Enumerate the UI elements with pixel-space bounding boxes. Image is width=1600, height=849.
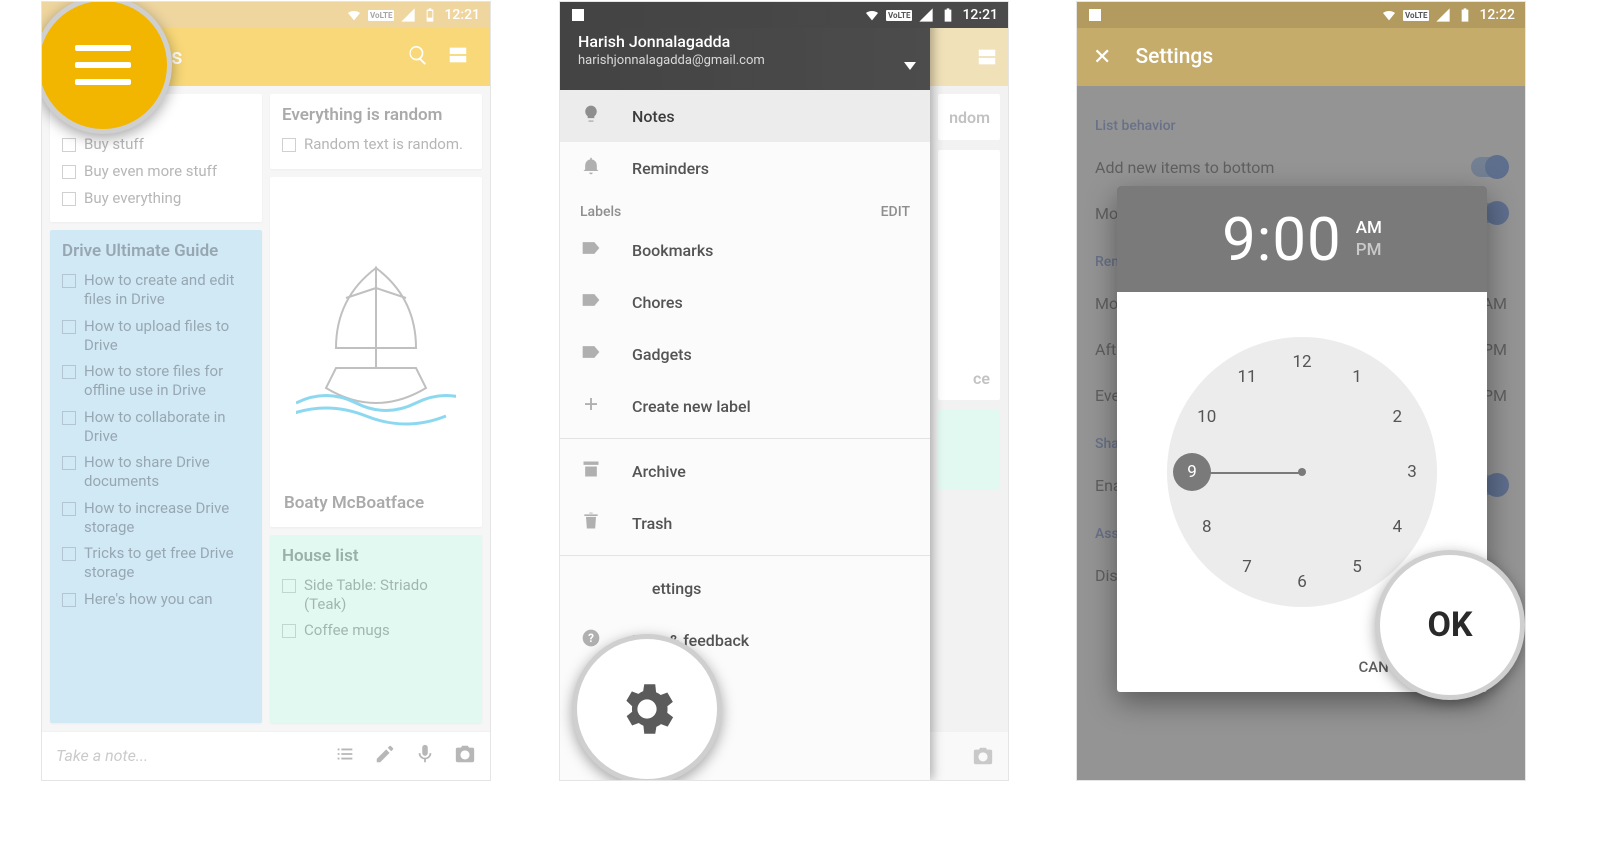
nav-item-trash[interactable]: Trash: [560, 497, 930, 549]
notes-grid[interactable]: List time! Buy stuff Buy even more stuff…: [42, 86, 490, 731]
clock-hour-10[interactable]: 10: [1188, 398, 1226, 436]
search-icon[interactable]: [398, 44, 438, 70]
plus-icon: [580, 395, 602, 417]
phone-screenshot-2: ndom ce VoLTE 12:21 Harish Jonnalagadda …: [560, 2, 1008, 780]
note-card-random[interactable]: Everything is random Random text is rand…: [270, 94, 482, 169]
wifi-icon: [1381, 7, 1397, 23]
drawing-caption: Boaty McBoatface: [284, 493, 468, 513]
clock-hour-9[interactable]: 9: [1173, 453, 1211, 491]
status-bar: VoLTE 12:22: [1077, 2, 1525, 28]
view-toggle-icon[interactable]: [438, 44, 478, 70]
nav-item-reminders[interactable]: Reminders: [560, 142, 930, 194]
clock-hour-4[interactable]: 4: [1378, 508, 1416, 546]
time-picker-header: 9:00 AM PM: [1117, 186, 1487, 292]
clock-hour-5[interactable]: 5: [1338, 548, 1376, 586]
volte-indicator: VoLTE: [1403, 10, 1429, 21]
close-icon[interactable]: ✕: [1093, 45, 1111, 70]
status-time: 12:21: [444, 7, 480, 23]
label-bookmarks[interactable]: Bookmarks: [560, 224, 930, 276]
label-icon: [580, 240, 602, 260]
trash-icon: [580, 511, 602, 535]
wifi-icon: [346, 7, 362, 23]
account-dropdown-icon[interactable]: [904, 57, 916, 76]
signal-icon: [400, 7, 416, 23]
wifi-icon: [864, 7, 880, 23]
battery-icon: [940, 7, 956, 23]
clock-hour-11[interactable]: 11: [1228, 358, 1266, 396]
phone-screenshot-1: VoLTE 12:21 Notes List time! Buy stuff B…: [42, 2, 490, 780]
svg-text:?: ?: [588, 631, 594, 645]
note-card-house-list[interactable]: House list Side Table: Striado (Teak) Co…: [270, 535, 482, 723]
ok-button-highlight[interactable]: OK: [1375, 550, 1525, 700]
clock-hour-3[interactable]: 3: [1393, 453, 1431, 491]
status-bar: VoLTE 12:21: [560, 2, 1008, 28]
note-title: Drive Ultimate Guide: [62, 241, 250, 261]
labels-section-header: Labels EDIT: [560, 194, 930, 224]
ship-drawing: [284, 191, 468, 485]
create-new-label[interactable]: Create new label: [560, 380, 930, 432]
help-icon: ?: [580, 628, 602, 652]
archive-icon: [580, 459, 602, 483]
note-card-drive-guide[interactable]: Drive Ultimate Guide How to create and e…: [50, 230, 262, 723]
phone-screenshot-3: VoLTE 12:22 ✕ Settings List behavior Add…: [1077, 2, 1525, 780]
nav-item-notes[interactable]: Notes: [560, 90, 930, 142]
label-icon: [580, 292, 602, 312]
volte-indicator: VoLTE: [886, 10, 912, 21]
battery-icon: [1457, 7, 1473, 23]
list-icon[interactable]: [334, 743, 356, 769]
clock-hour-6[interactable]: 6: [1283, 563, 1321, 601]
clock-hour-2[interactable]: 2: [1378, 398, 1416, 436]
settings-highlight[interactable]: [572, 634, 722, 780]
am-toggle[interactable]: AM: [1356, 218, 1382, 238]
image-icon: [570, 7, 586, 23]
hamburger-icon: [75, 45, 131, 85]
clock-hour-8[interactable]: 8: [1188, 508, 1226, 546]
clock-hour-12[interactable]: 12: [1283, 343, 1321, 381]
status-time: 12:21: [962, 7, 998, 23]
label-chores[interactable]: Chores: [560, 276, 930, 328]
battery-icon: [422, 7, 438, 23]
volte-indicator: VoLTE: [368, 10, 394, 21]
note-title: Everything is random: [282, 105, 470, 125]
selected-time[interactable]: 9:00: [1222, 204, 1342, 275]
take-note-input[interactable]: Take a note...: [56, 746, 316, 765]
gear-icon: [614, 676, 680, 742]
nav-item-settings[interactable]: ettings: [560, 562, 930, 614]
pm-toggle[interactable]: PM: [1356, 240, 1382, 260]
camera-icon[interactable]: [454, 743, 476, 769]
clock-hour-7[interactable]: 7: [1228, 548, 1266, 586]
note-title: House list: [282, 546, 470, 566]
labels-edit-button[interactable]: EDIT: [881, 204, 910, 220]
draw-icon[interactable]: [374, 743, 396, 769]
reminder-icon: [580, 156, 602, 180]
clock-hour-1[interactable]: 1: [1338, 358, 1376, 396]
settings-app-bar: ✕ Settings: [1077, 28, 1525, 86]
mic-icon[interactable]: [414, 743, 436, 769]
lightbulb-icon: [580, 104, 602, 128]
signal-icon: [1435, 7, 1451, 23]
compose-bar[interactable]: Take a note...: [42, 731, 490, 779]
image-icon: [1087, 7, 1103, 23]
settings-title: Settings: [1135, 45, 1213, 69]
nav-item-archive[interactable]: Archive: [560, 445, 930, 497]
account-name: Harish Jonnalagadda: [578, 32, 930, 51]
label-icon: [580, 344, 602, 364]
account-email: harishjonnalagadda@gmail.com: [578, 53, 930, 68]
status-time: 12:22: [1479, 7, 1515, 23]
signal-icon: [918, 7, 934, 23]
note-card-drawing[interactable]: Boaty McBoatface: [270, 177, 482, 527]
label-gadgets[interactable]: Gadgets: [560, 328, 930, 380]
